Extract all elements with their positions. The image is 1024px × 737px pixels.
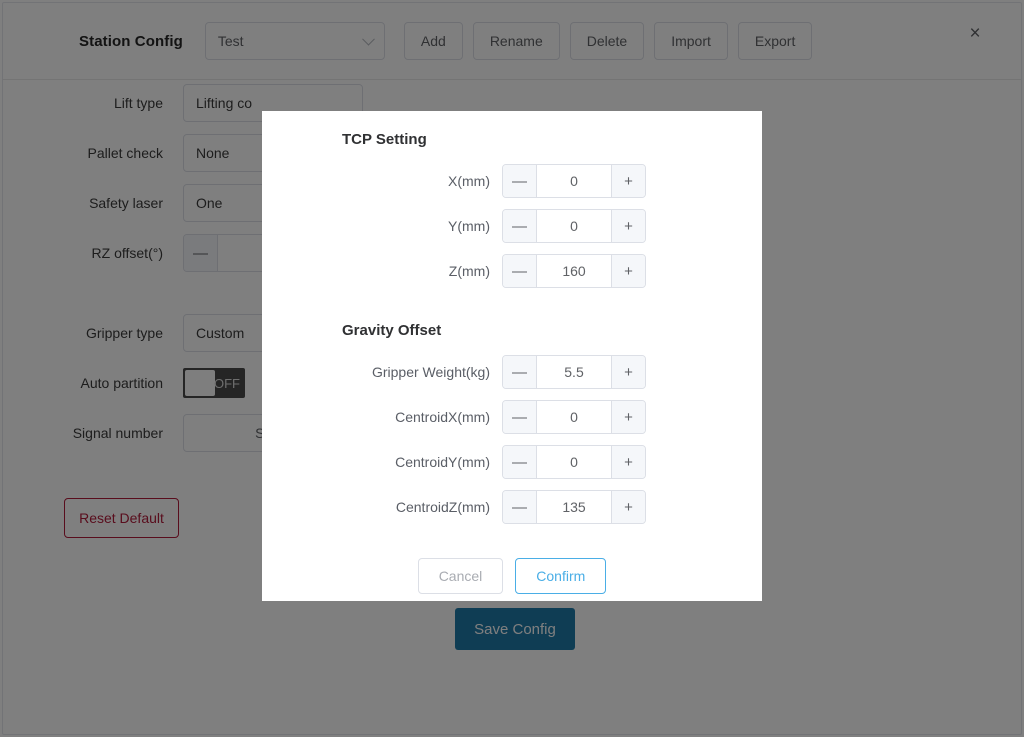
minus-icon[interactable]: — [503,446,537,478]
gravity-offset-heading: Gravity Offset [342,322,442,339]
y-label: Y(mm) [448,218,490,234]
plus-icon[interactable]: + [611,446,645,478]
centroid-z-stepper[interactable]: — 135 + [502,490,646,524]
centroid-y-label: CentroidY(mm) [395,454,490,470]
field-row-y: Y(mm) — 0 + [262,207,762,245]
x-stepper[interactable]: — 0 + [502,164,646,198]
plus-icon[interactable]: + [611,255,645,287]
centroid-y-input[interactable]: 0 [537,446,611,478]
centroid-x-input[interactable]: 0 [537,401,611,433]
plus-icon[interactable]: + [611,356,645,388]
gripper-weight-input[interactable]: 5.5 [537,356,611,388]
gripper-weight-stepper[interactable]: — 5.5 + [502,355,646,389]
x-label: X(mm) [448,173,490,189]
gripper-weight-label: Gripper Weight(kg) [371,364,490,380]
minus-icon[interactable]: — [503,491,537,523]
minus-icon[interactable]: — [503,401,537,433]
field-row-centroid-y: CentroidY(mm) — 0 + [262,443,762,481]
y-input[interactable]: 0 [537,210,611,242]
tcp-setting-heading: TCP Setting [342,131,427,148]
x-input[interactable]: 0 [537,165,611,197]
centroid-x-stepper[interactable]: — 0 + [502,400,646,434]
z-stepper[interactable]: — 160 + [502,254,646,288]
centroid-z-input[interactable]: 135 [537,491,611,523]
plus-icon[interactable]: + [611,491,645,523]
z-label: Z(mm) [448,263,490,279]
plus-icon[interactable]: + [611,210,645,242]
z-input[interactable]: 160 [537,255,611,287]
confirm-button[interactable]: Confirm [515,558,607,594]
minus-icon[interactable]: — [503,356,537,388]
centroid-z-label: CentroidZ(mm) [395,499,490,515]
tcp-dialog-content: TCP Setting X(mm) — 0 + Y(mm) — 0 + Z(mm… [262,111,762,594]
plus-icon[interactable]: + [611,165,645,197]
centroid-x-label: CentroidX(mm) [395,409,490,425]
dialog-footer: Cancel Confirm [262,558,762,594]
y-stepper[interactable]: — 0 + [502,209,646,243]
minus-icon[interactable]: — [503,255,537,287]
field-row-x: X(mm) — 0 + [262,162,762,200]
field-row-centroid-z: CentroidZ(mm) — 135 + [262,488,762,526]
tcp-setting-dialog: TCP Setting X(mm) — 0 + Y(mm) — 0 + Z(mm… [262,111,762,601]
minus-icon[interactable]: — [503,210,537,242]
plus-icon[interactable]: + [611,401,645,433]
minus-icon[interactable]: — [503,165,537,197]
field-row-z: Z(mm) — 160 + [262,252,762,290]
centroid-y-stepper[interactable]: — 0 + [502,445,646,479]
field-row-gripper-weight: Gripper Weight(kg) — 5.5 + [262,353,762,391]
cancel-button[interactable]: Cancel [417,558,504,594]
field-row-centroid-x: CentroidX(mm) — 0 + [262,398,762,436]
